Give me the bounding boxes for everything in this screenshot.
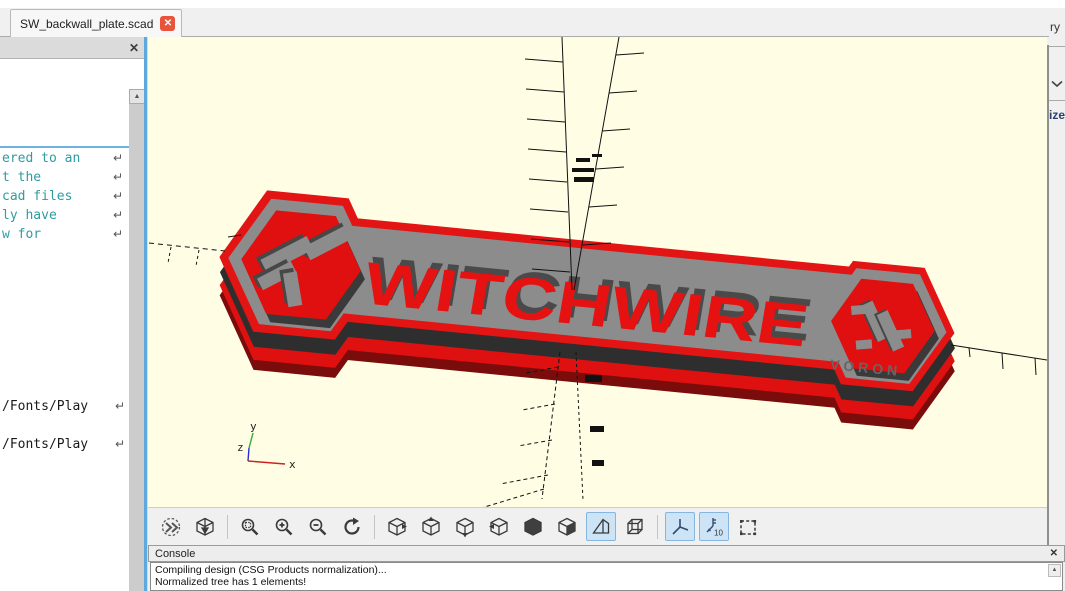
center-view-button[interactable] [190, 512, 220, 541]
editor-text-area[interactable]: ered to an t the cad files ly have w for… [0, 59, 146, 591]
code-line: ly have [2, 208, 57, 223]
code-line: t the [2, 170, 41, 185]
console-line: Normalized tree has 1 elements! [155, 576, 306, 588]
viewport-scene: WITCHWIRE WITCHWIRE [148, 37, 1047, 507]
console-titlebar[interactable]: Console ✕ [148, 545, 1065, 562]
view-boundary-button[interactable] [733, 512, 763, 541]
center-view-icon [194, 516, 216, 538]
view-front-button[interactable] [552, 512, 582, 541]
view-left-button[interactable] [484, 512, 514, 541]
zoom-out-button[interactable] [303, 512, 333, 541]
right-dock-panel: ry ize [1049, 8, 1065, 545]
console-close-icon[interactable]: ✕ [1050, 548, 1058, 559]
axis-label-z: z [237, 441, 244, 454]
editor-focus-border [0, 146, 146, 148]
scrollbar-up-icon[interactable]: ▲ [129, 89, 145, 104]
tab-close-icon[interactable]: ✕ [160, 16, 175, 31]
toolbar-separator [374, 515, 375, 539]
eol-marker-icon: ↵ [115, 399, 125, 413]
switchwire-model: WITCHWIRE WITCHWIRE [209, 186, 966, 438]
editor-titlebar: ✕ [0, 37, 146, 59]
code-line: w for [2, 227, 41, 242]
eol-marker-icon: ↵ [113, 227, 123, 241]
right-panel-top-text: ry [1050, 20, 1060, 34]
toolbar-separator [227, 515, 228, 539]
view-boundary-icon [737, 516, 759, 538]
view-back-icon [522, 516, 544, 538]
show-scale-markers-button[interactable]: 10 [699, 512, 729, 541]
console-output[interactable]: Compiling design (CSG Products normaliza… [150, 562, 1063, 591]
tab-title: SW_backwall_plate.scad [20, 17, 153, 31]
right-panel-bottom-text: ize [1049, 108, 1065, 122]
zoom-in-icon [273, 516, 295, 538]
editor-close-icon[interactable]: ✕ [126, 40, 142, 56]
viewport-3d[interactable]: WITCHWIRE WITCHWIRE [148, 37, 1047, 507]
view-bottom-button[interactable] [450, 512, 480, 541]
console-line: Compiling design (CSG Products normaliza… [155, 564, 387, 576]
axis-label-y: y [250, 420, 257, 433]
view-bottom-icon [454, 516, 476, 538]
eol-marker-icon: ↵ [113, 170, 123, 184]
eol-marker-icon: ↵ [113, 189, 123, 203]
view-top-button[interactable] [416, 512, 446, 541]
view-all-icon [160, 516, 182, 538]
axis-x-positive [951, 345, 1047, 375]
reset-rotation-button[interactable] [337, 512, 367, 541]
console-panel: Console ✕ Compiling design (CSG Products… [148, 545, 1065, 591]
view-right-icon [386, 516, 408, 538]
viewport-toolbar: 10 [148, 507, 1047, 545]
chevron-down-icon[interactable] [1051, 80, 1063, 88]
perspective-icon [590, 516, 612, 538]
console-title: Console [155, 548, 195, 560]
editor-scrollbar[interactable]: ▲ [129, 89, 145, 591]
console-scroll-up-icon[interactable]: ▲ [1048, 564, 1061, 577]
show-scale-markers-icon: 10 [703, 516, 725, 538]
eol-marker-icon: ↵ [115, 437, 125, 451]
code-line: /Fonts/Play [2, 437, 88, 452]
origin-axes-indicator: y z x [237, 420, 296, 471]
orthographic-icon [624, 516, 646, 538]
right-panel-divider [1049, 100, 1065, 101]
code-line: cad files [2, 189, 72, 204]
view-left-icon [488, 516, 510, 538]
right-panel-divider [1049, 46, 1065, 47]
code-line: /Fonts/Play [2, 399, 88, 414]
zoom-in-button[interactable] [269, 512, 299, 541]
view-right-button[interactable] [382, 512, 412, 541]
toolbar-separator [657, 515, 658, 539]
tab-sw-backwall-plate[interactable]: SW_backwall_plate.scad ✕ [10, 9, 182, 37]
view-all-button[interactable] [156, 512, 186, 541]
view-back-button[interactable] [518, 512, 548, 541]
eol-marker-icon: ↵ [113, 208, 123, 222]
menu-strip [0, 0, 1065, 8]
show-axes-button[interactable] [665, 512, 695, 541]
zoom-window-icon [239, 516, 261, 538]
viewport-right-divider[interactable] [1047, 45, 1049, 545]
view-top-icon [420, 516, 442, 538]
perspective-button[interactable] [586, 512, 616, 541]
zoom-out-icon [307, 516, 329, 538]
view-front-icon [556, 516, 578, 538]
reset-rotation-icon [341, 516, 363, 538]
axis-label-x: x [289, 458, 296, 471]
tab-bar: SW_backwall_plate.scad ✕ [0, 8, 1065, 37]
show-axes-icon [669, 516, 691, 538]
zoom-window-button[interactable] [235, 512, 265, 541]
svg-text:10: 10 [714, 528, 723, 537]
orthographic-button[interactable] [620, 512, 650, 541]
code-line: ered to an [2, 151, 80, 166]
eol-marker-icon: ↵ [113, 151, 123, 165]
